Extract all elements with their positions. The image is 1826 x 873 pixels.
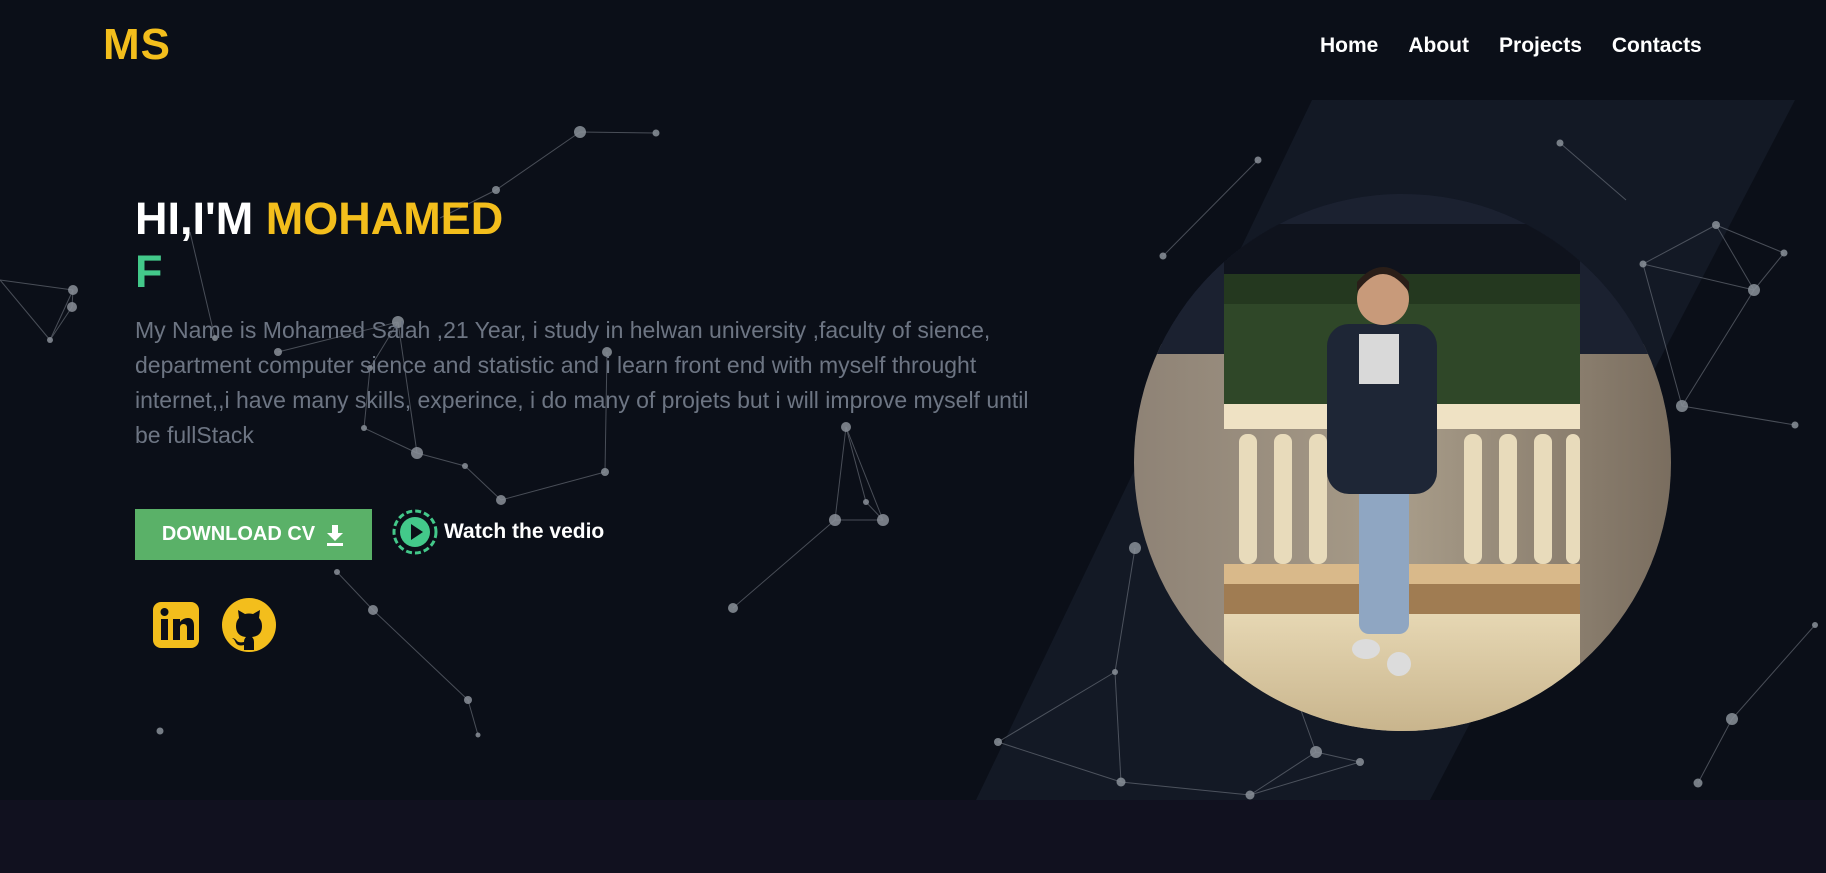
- hero-heading: HI,I'M MOHAMED: [135, 192, 503, 246]
- typed-text: F: [135, 246, 163, 297]
- hero-name: MOHAMED: [265, 193, 504, 244]
- watch-video-label: Watch the vedio: [444, 520, 605, 543]
- download-cv-button[interactable]: DOWNLOAD CV: [135, 509, 372, 560]
- nav-link-home[interactable]: Home: [1320, 34, 1378, 58]
- nav-link-contacts[interactable]: Contacts: [1612, 34, 1702, 58]
- download-icon: [325, 524, 345, 546]
- profile-photo: [1134, 194, 1671, 731]
- play-circle-icon: [392, 509, 438, 555]
- main-nav: Home About Projects Contacts: [1320, 34, 1702, 58]
- nav-link-projects[interactable]: Projects: [1499, 34, 1582, 58]
- social-links: [150, 598, 276, 652]
- next-section-band: [0, 800, 1826, 873]
- site-logo[interactable]: MS: [103, 20, 171, 70]
- watch-video-link[interactable]: Watch the vedio: [392, 509, 604, 555]
- nav-link-about[interactable]: About: [1408, 34, 1469, 58]
- hero-greeting: HI,I'M: [135, 193, 254, 244]
- linkedin-icon[interactable]: [150, 598, 204, 652]
- github-icon[interactable]: [222, 598, 276, 652]
- hero-bio: My Name is Mohamed Salah ,21 Year, i stu…: [135, 317, 1029, 448]
- download-cv-label: DOWNLOAD CV: [161, 523, 316, 545]
